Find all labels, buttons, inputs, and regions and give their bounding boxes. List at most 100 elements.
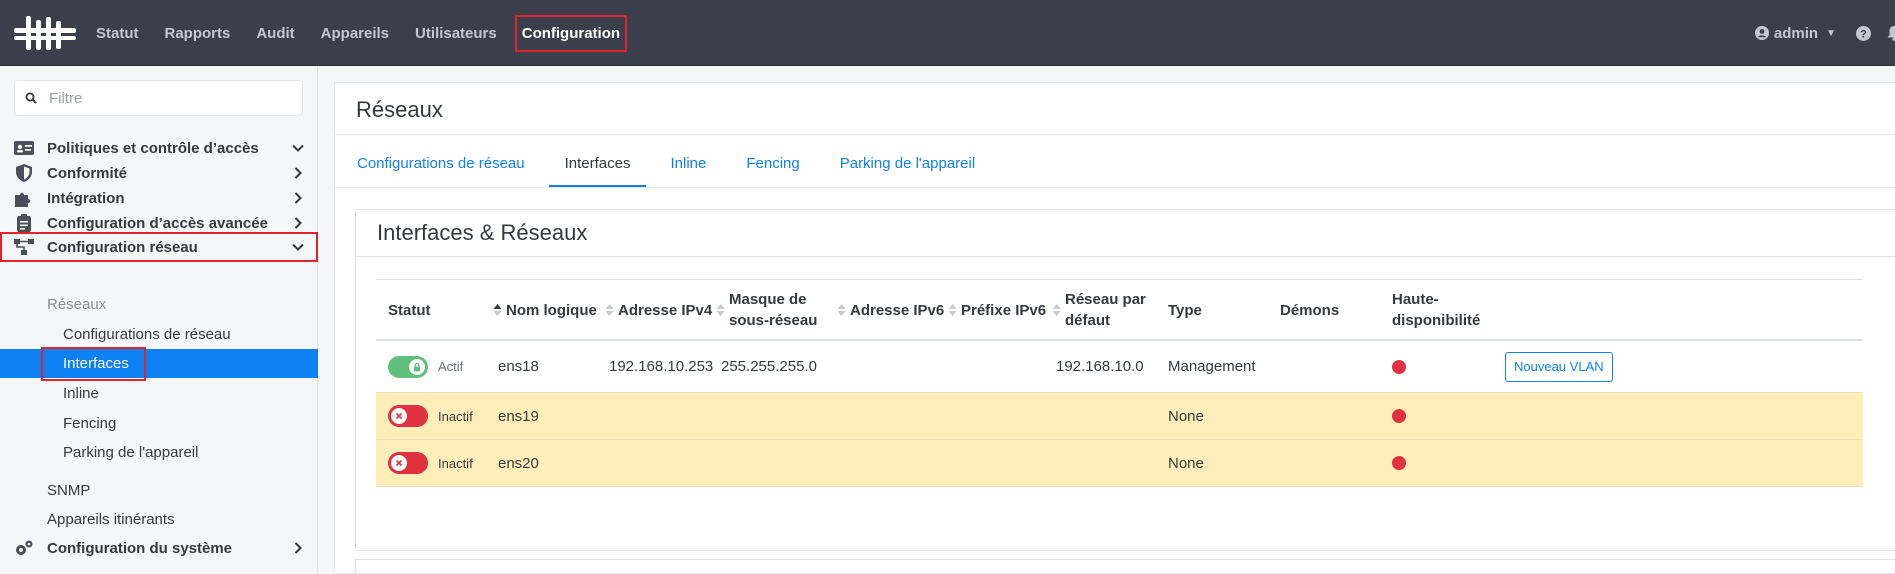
next-card-edge — [355, 559, 1895, 574]
id-card-icon — [14, 141, 34, 155]
sidebar-section-label: Politiques et contrôle d’accès — [47, 139, 259, 157]
sidebar-section-label: Configuration du système — [47, 539, 233, 557]
status-cell: Actif — [388, 341, 463, 392]
user-circle-icon — [1754, 26, 1769, 40]
new-vlan-button[interactable]: Nouveau VLAN — [1505, 351, 1613, 382]
status-label: Inactif — [438, 455, 473, 471]
filter-input[interactable] — [49, 89, 289, 107]
table-row[interactable]: Inactif ens19 None — [376, 393, 1863, 440]
col-header-status[interactable]: Statut — [388, 280, 431, 340]
bell-icon[interactable] — [1887, 25, 1895, 41]
shield-icon — [16, 164, 32, 182]
nav-appareils[interactable]: Appareils — [317, 19, 393, 48]
col-header-ipv6[interactable]: Adresse IPv6 — [837, 280, 944, 340]
sidebar-section-network[interactable]: Configuration réseau — [0, 232, 318, 262]
ha-status-dot — [1392, 456, 1406, 470]
status-cell: Inactif — [388, 440, 473, 486]
col-header-label: Masque de sous-réseau — [729, 289, 817, 331]
ha-status-dot — [1392, 409, 1406, 423]
clipboard-icon — [17, 214, 31, 232]
mask-cell: 255.255.255.0 — [721, 358, 817, 375]
top-navbar: Statut Rapports Audit Appareils Utilisat… — [0, 0, 1895, 66]
divider — [356, 256, 1895, 257]
action-cell: Nouveau VLAN — [1505, 341, 1613, 392]
col-header-ha[interactable]: Haute-disponibilité — [1392, 280, 1480, 340]
status-toggle[interactable] — [388, 355, 428, 378]
username: admin — [1773, 24, 1819, 42]
network-icon — [14, 239, 34, 255]
nav-configuration[interactable]: Configuration — [514, 14, 628, 52]
tab-fencing[interactable]: Fencing — [730, 152, 815, 188]
col-header-default-network[interactable]: Réseau par défaut — [1052, 280, 1146, 340]
chevron-right-icon — [294, 542, 302, 554]
sort-icon — [605, 304, 614, 316]
col-header-type[interactable]: Type — [1168, 280, 1202, 340]
status-label: Actif — [438, 359, 464, 374]
col-header-label: Adresse IPv6 — [850, 301, 945, 319]
chevron-right-icon — [294, 192, 302, 204]
nav-statut[interactable]: Statut — [92, 19, 143, 48]
tabs: Configurations de réseau Interfaces Inli… — [341, 152, 999, 188]
ha-cell — [1392, 341, 1406, 392]
gears-icon — [16, 540, 33, 555]
col-header-ipv4[interactable]: Adresse IPv4 — [605, 280, 712, 340]
table-row[interactable]: Actif ens18 192.168.10.253 255.255.255.0… — [376, 341, 1863, 393]
col-header-mask[interactable]: Masque de sous-réseau — [716, 280, 817, 340]
sidebar: Politiques et contrôle d’accès Conformit… — [0, 67, 318, 574]
nav-rapports[interactable]: Rapports — [161, 19, 235, 48]
sort-icon — [716, 304, 725, 316]
col-header-name[interactable]: Nom logique — [493, 280, 597, 340]
tab-interfaces[interactable]: Interfaces — [548, 152, 647, 188]
logical-name-cell: ens18 — [498, 358, 539, 375]
col-header-label: Statut — [388, 301, 431, 319]
sort-icon — [948, 304, 957, 316]
col-header-line: défaut — [1065, 312, 1110, 329]
chevron-down-icon — [292, 144, 304, 152]
search-icon — [25, 92, 37, 104]
ipv4-cell: 192.168.10.253 — [609, 358, 714, 375]
logical-name-cell: ens20 — [498, 454, 539, 472]
type-cell: None — [1168, 407, 1204, 425]
sidebar-section-label: Intégration — [47, 189, 125, 207]
sidebar-section-system[interactable]: Configuration du système — [0, 533, 318, 563]
col-header-daemons[interactable]: Démons — [1280, 280, 1339, 340]
nav-audit[interactable]: Audit — [252, 19, 298, 48]
type-cell: Management — [1168, 358, 1256, 375]
tab-parking[interactable]: Parking de l'appareil — [824, 152, 991, 188]
tab-inline[interactable]: Inline — [654, 152, 722, 188]
sidebar-item-parking[interactable]: Parking de l'appareil — [63, 444, 198, 461]
col-header-line: disponibilité — [1392, 312, 1481, 329]
table-row[interactable]: Inactif ens20 None — [376, 440, 1863, 487]
svg-text:?: ? — [1860, 28, 1867, 40]
main-nav: Statut Rapports Audit Appareils Utilisat… — [92, 0, 641, 66]
lock-icon — [409, 358, 425, 375]
divider — [335, 134, 1895, 135]
chevron-down-icon — [292, 243, 304, 251]
sidebar-item-network-configurations[interactable]: Configurations de réseau — [63, 326, 231, 343]
col-header-label: Type — [1168, 301, 1202, 319]
sidebar-item-inline[interactable]: Inline — [63, 385, 99, 402]
logical-name-cell: ens19 — [498, 407, 539, 425]
status-toggle[interactable] — [388, 452, 428, 474]
col-header-prefix[interactable]: Préfixe IPv6 — [948, 280, 1046, 340]
sidebar-item-fencing[interactable]: Fencing — [63, 415, 116, 432]
sidebar-section-label: Configuration réseau — [47, 238, 198, 256]
sidebar-item-snmp[interactable]: SNMP — [47, 482, 90, 499]
user-menu[interactable]: admin ▼ — [1754, 24, 1836, 42]
col-header-label: Haute-disponibilité — [1392, 289, 1480, 331]
col-header-label: Nom logique — [506, 301, 597, 319]
tab-network-configurations[interactable]: Configurations de réseau — [341, 152, 541, 188]
ha-cell — [1392, 393, 1406, 439]
col-header-line: Réseau par — [1065, 291, 1146, 308]
sort-icon — [837, 304, 846, 316]
sidebar-group-reseaux[interactable]: Réseaux — [47, 296, 106, 313]
col-header-line: Haute- — [1392, 291, 1439, 308]
help-icon[interactable]: ? — [1856, 25, 1871, 41]
chevron-right-icon — [294, 217, 302, 229]
sidebar-item-roaming-devices[interactable]: Appareils itinérants — [47, 511, 175, 528]
puzzle-icon — [15, 192, 31, 207]
brand-logo[interactable] — [14, 14, 76, 52]
status-toggle[interactable] — [388, 405, 428, 427]
nav-utilisateurs[interactable]: Utilisateurs — [411, 19, 501, 48]
sort-icon — [1052, 304, 1061, 316]
